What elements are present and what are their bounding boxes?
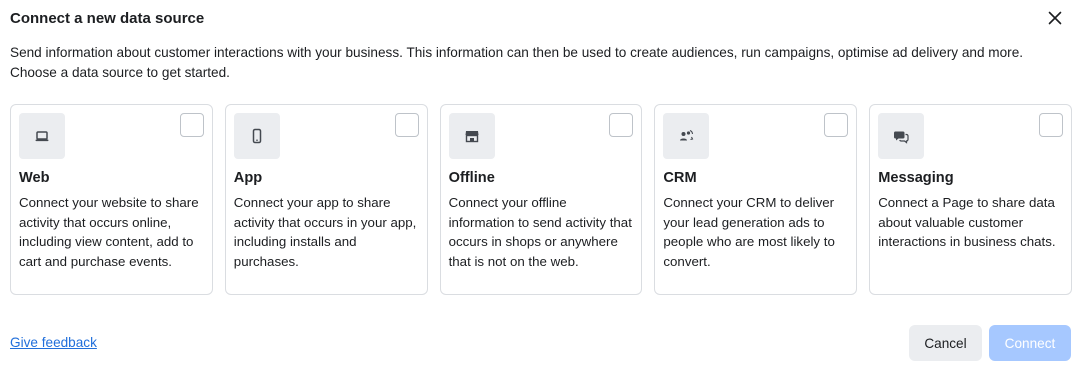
store-icon (448, 113, 495, 159)
card-title: App (233, 170, 263, 186)
cancel-button[interactable]: Cancel (909, 325, 982, 361)
card-description: Connect your website to share activity t… (19, 195, 199, 269)
data-source-card-offline[interactable]: Offline Connect your offline information… (439, 104, 643, 295)
card-description: Connect your CRM to deliver your lead ge… (663, 195, 835, 269)
data-source-card-crm[interactable]: CRM Connect your CRM to deliver your lea… (654, 104, 858, 295)
card-title: Web (19, 170, 50, 186)
connect-data-source-dialog: Connect a new data source Send informati… (0, 0, 1080, 365)
mobile-phone-icon (233, 113, 280, 159)
web-checkbox[interactable] (179, 113, 204, 137)
card-description: Connect your offline information to send… (448, 195, 632, 269)
messaging-checkbox[interactable] (1038, 113, 1063, 137)
card-title: CRM (663, 170, 697, 186)
data-source-card-messaging[interactable]: Messaging Connect a Page to share data a… (869, 104, 1072, 295)
dialog-header: Connect a new data source (10, 9, 1070, 31)
dialog-title: Connect a new data source (10, 10, 205, 27)
data-source-cards: Web Connect your website to share activi… (10, 104, 1072, 296)
data-source-card-web[interactable]: Web Connect your website to share activi… (10, 104, 213, 295)
card-title: Messaging (878, 170, 954, 186)
card-title: Offline (448, 170, 495, 186)
offline-checkbox[interactable] (609, 113, 634, 137)
card-description: Connect your app to share activity that … (233, 195, 417, 269)
chat-bubbles-icon (878, 113, 925, 159)
data-source-card-app[interactable]: App Connect your app to share activity t… (224, 104, 428, 295)
close-icon[interactable] (1046, 9, 1064, 27)
connect-button[interactable]: Connect (989, 325, 1071, 361)
crm-checkbox[interactable] (824, 113, 849, 137)
laptop-icon (19, 113, 65, 159)
people-sync-icon (663, 113, 710, 159)
give-feedback-link[interactable]: Give feedback (10, 334, 97, 352)
app-checkbox[interactable] (394, 113, 419, 137)
card-description: Connect a Page to share data about valua… (878, 195, 1056, 249)
dialog-description: Send information about customer interact… (10, 45, 1024, 80)
